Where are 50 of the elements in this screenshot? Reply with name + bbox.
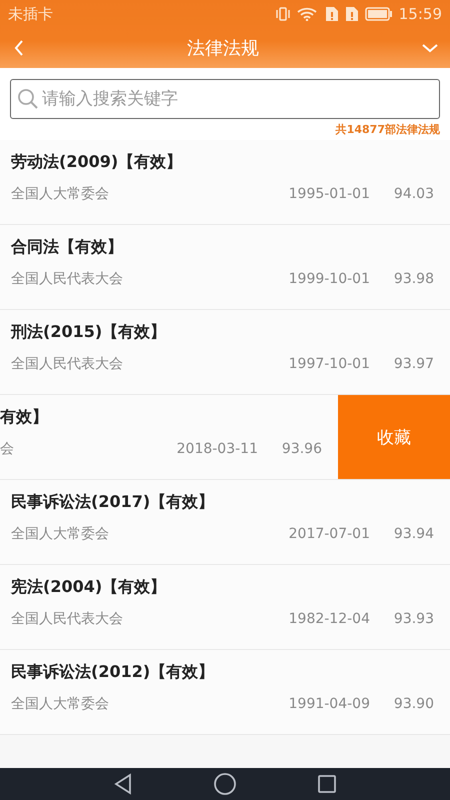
carrier-label: 未插卡 bbox=[8, 4, 53, 24]
page-title: 法律法规 bbox=[187, 37, 259, 60]
total-count: 共14877部法律法规 bbox=[336, 122, 440, 137]
law-list-item[interactable]: 民事诉讼法(2012)【有效】 全国人大常委会 1991-04-09 93.90 bbox=[0, 650, 450, 735]
law-title: 合同法【有效】 bbox=[11, 237, 124, 258]
date-label: 1995-01-01 bbox=[288, 186, 370, 202]
law-list-item[interactable]: 劳动法(2009)【有效】 全国人大常委会 1995-01-01 94.03 bbox=[0, 140, 450, 225]
date-label: 1997-10-01 bbox=[288, 356, 370, 372]
issuer-label: 全国人大常委会 bbox=[11, 525, 110, 543]
issuer-label: 全国人大常委会 bbox=[11, 695, 110, 713]
vibrate-icon bbox=[274, 7, 291, 21]
law-list-item[interactable]: 宪法(2004)【有效】 全国人民代表大会 1982-12-04 93.93 bbox=[0, 565, 450, 650]
back-icon[interactable] bbox=[113, 773, 133, 795]
law-title: 劳动法(2009)【有效】 bbox=[11, 152, 184, 173]
law-title: 民事诉讼法(2012)【有效】 bbox=[11, 662, 216, 683]
date-label: 2017-07-01 bbox=[288, 526, 370, 542]
score-label: 94.03 bbox=[392, 186, 434, 202]
wifi-icon bbox=[296, 7, 319, 21]
issuer-label: 全国人民代表大会 bbox=[11, 270, 124, 288]
issuer-label: 会 bbox=[0, 440, 15, 458]
battery-icon bbox=[364, 7, 393, 21]
chevron-down-icon[interactable] bbox=[422, 43, 438, 53]
law-title: 刑法(2015)【有效】 bbox=[11, 322, 168, 343]
law-title: 有效】 bbox=[0, 407, 49, 428]
recents-icon[interactable] bbox=[317, 774, 337, 794]
score-label: 93.98 bbox=[392, 271, 434, 287]
law-list-item[interactable]: 合同法【有效】 全国人民代表大会 1999-10-01 93.98 bbox=[0, 225, 450, 310]
date-label: 1999-10-01 bbox=[288, 271, 370, 287]
law-list-item[interactable]: 民事诉讼法(2017)【有效】 全国人大常委会 2017-07-01 93.94 bbox=[0, 480, 450, 565]
issuer-label: 全国人民代表大会 bbox=[11, 610, 124, 628]
date-label: 1982-12-04 bbox=[288, 611, 370, 627]
search-field[interactable]: 请输入搜索关键字 bbox=[10, 79, 440, 119]
issuer-label: 全国人大常委会 bbox=[11, 185, 110, 203]
score-label: 93.96 bbox=[280, 441, 322, 457]
law-title: 宪法(2004)【有效】 bbox=[11, 577, 168, 598]
sim-card-icon bbox=[324, 6, 339, 22]
date-label: 2018-03-11 bbox=[176, 441, 258, 457]
score-label: 93.97 bbox=[392, 356, 434, 372]
law-list-item[interactable]: 刑法(2015)【有效】 全国人民代表大会 1997-10-01 93.97 bbox=[0, 310, 450, 395]
sim-card-icon bbox=[344, 6, 359, 22]
score-label: 93.90 bbox=[392, 696, 434, 712]
issuer-label: 全国人民代表大会 bbox=[11, 355, 124, 373]
search-icon bbox=[17, 88, 39, 110]
home-icon[interactable] bbox=[213, 772, 237, 796]
score-label: 93.94 bbox=[392, 526, 434, 542]
law-list-item[interactable]: 有效】 会 2018-03-11 93.96 收藏 bbox=[0, 395, 450, 480]
clock: 15:59 bbox=[398, 5, 442, 23]
score-label: 93.93 bbox=[392, 611, 434, 627]
date-label: 1991-04-09 bbox=[288, 696, 370, 712]
law-title: 民事诉讼法(2017)【有效】 bbox=[11, 492, 216, 513]
